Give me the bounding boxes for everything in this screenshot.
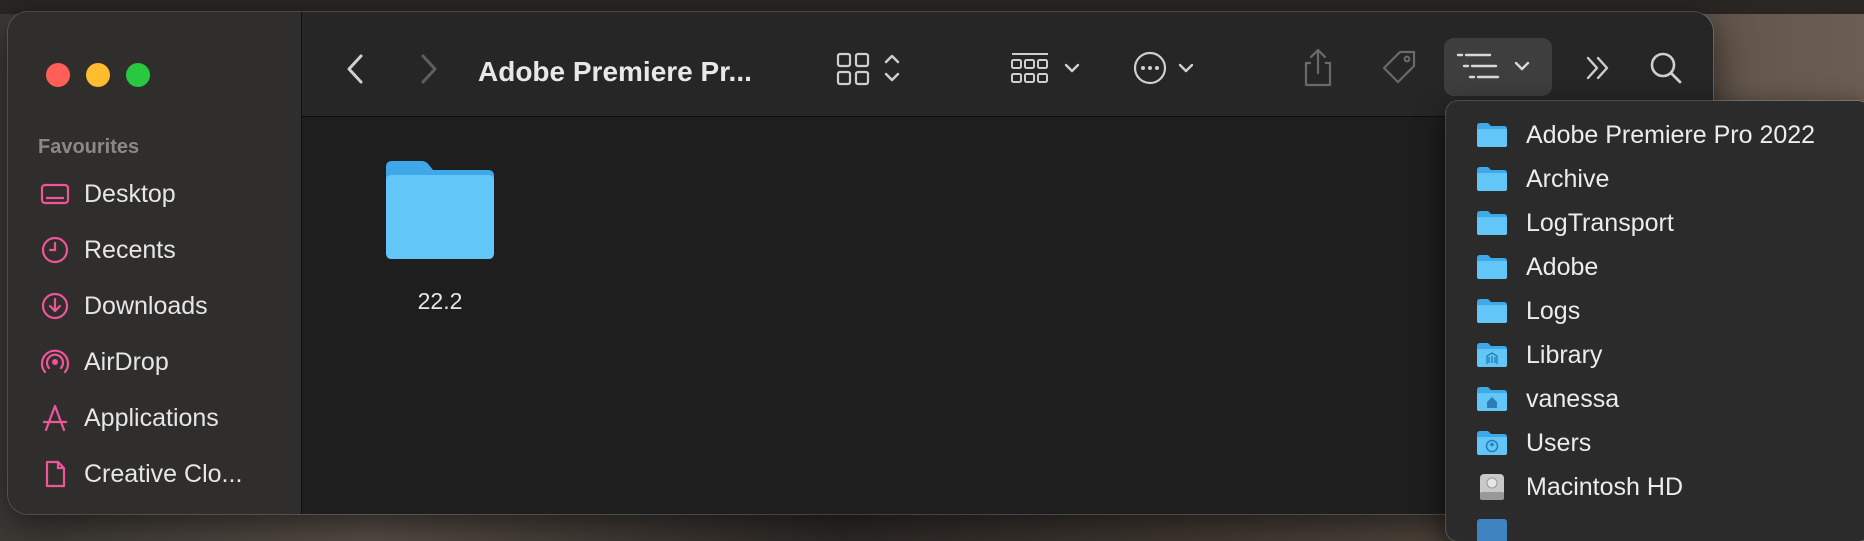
sidebar-item-label: Applications	[84, 403, 219, 432]
double-chevron-right-icon	[1586, 56, 1609, 80]
applications-icon	[38, 401, 72, 435]
folder-item[interactable]: 22.2	[370, 157, 510, 315]
library-folder-icon	[1476, 340, 1510, 370]
hard-drive-icon	[1476, 472, 1510, 502]
path-menu-button[interactable]	[1444, 38, 1552, 96]
more-toolbar-button[interactable]	[1580, 50, 1616, 86]
forward-button[interactable]	[414, 52, 444, 86]
grid-view-icon	[836, 52, 870, 86]
path-menu-item[interactable]: Adobe Premiere Pro 2022	[1476, 113, 1815, 157]
path-menu-item[interactable]: Adobe	[1476, 245, 1598, 289]
window-title: Adobe Premiere Pr...	[478, 56, 752, 87]
sidebar-item-label: Recents	[84, 235, 176, 264]
search-icon	[1650, 52, 1682, 84]
path-menu-dropdown: Adobe Premiere Pro 2022 Archive LogTrans…	[1446, 101, 1864, 541]
path-menu-label: Macintosh HD	[1526, 472, 1683, 501]
airdrop-icon	[38, 345, 72, 379]
minimize-button[interactable]	[86, 63, 110, 87]
back-button[interactable]	[340, 52, 370, 86]
sidebar-item-applications[interactable]: Applications	[38, 394, 288, 442]
search-button[interactable]	[1646, 48, 1686, 88]
close-button[interactable]	[46, 63, 70, 87]
sidebar-item-label: Creative Clo...	[84, 459, 243, 488]
folder-icon	[1476, 208, 1510, 238]
share-icon	[1304, 48, 1332, 87]
path-menu-item[interactable]: Users	[1476, 421, 1591, 465]
sidebar: Favourites Desktop Recents Downloads Air…	[8, 12, 302, 514]
download-icon	[38, 289, 72, 323]
folder-icon	[1476, 296, 1510, 326]
action-menu-button[interactable]	[1130, 48, 1210, 88]
zoom-button[interactable]	[126, 63, 150, 87]
path-menu-item[interactable]: vanessa	[1476, 377, 1619, 421]
document-icon	[38, 457, 72, 491]
view-mode-button[interactable]	[834, 48, 914, 88]
sidebar-item-creative-cloud[interactable]: Creative Clo...	[38, 450, 288, 498]
path-list-icon	[1456, 53, 1500, 79]
favourites-heading: Favourites	[38, 136, 140, 158]
folder-icon	[1476, 120, 1510, 150]
sidebar-item-label: Downloads	[84, 291, 208, 320]
folder-icon	[1476, 252, 1510, 282]
sidebar-item-recents[interactable]: Recents	[38, 226, 288, 274]
folder-icon	[386, 161, 494, 259]
path-menu-item[interactable]: Logs	[1476, 289, 1580, 333]
group-by-button[interactable]	[1008, 48, 1090, 88]
sidebar-item-label: AirDrop	[84, 347, 169, 376]
path-menu-item[interactable]: Macintosh HD	[1476, 465, 1683, 509]
users-folder-icon	[1476, 428, 1510, 458]
path-menu-label: vanessa	[1526, 384, 1620, 413]
path-menu-item[interactable]: Library	[1476, 333, 1602, 377]
path-menu-label: Library	[1526, 340, 1603, 369]
path-menu-label: Archive	[1526, 164, 1610, 193]
folder-label: 22.2	[417, 288, 463, 314]
tag-icon	[1382, 50, 1416, 84]
folder-icon	[1476, 516, 1510, 541]
folder-icon	[1476, 164, 1510, 194]
sidebar-item-label: Desktop	[84, 179, 176, 208]
path-menu-label: Logs	[1526, 296, 1581, 325]
path-menu-label: Users	[1526, 428, 1592, 457]
path-menu-item[interactable]: LogTransport	[1476, 201, 1674, 245]
ellipsis-circle-icon	[1133, 51, 1167, 85]
sidebar-item-desktop[interactable]: Desktop	[38, 170, 288, 218]
path-menu-item[interactable]: Archive	[1476, 157, 1609, 201]
path-menu-label: Adobe Premiere Pro 2022	[1526, 120, 1816, 149]
path-menu-label: Adobe	[1526, 252, 1599, 281]
clock-icon	[38, 233, 72, 267]
path-menu-label: LogTransport	[1526, 208, 1674, 237]
home-folder-icon	[1476, 384, 1510, 414]
share-button[interactable]	[1298, 46, 1338, 90]
path-menu-item-partial[interactable]	[1476, 509, 1526, 541]
tag-button[interactable]	[1378, 48, 1422, 88]
sidebar-item-downloads[interactable]: Downloads	[38, 282, 288, 330]
desktop-icon	[38, 177, 72, 211]
group-icon	[1011, 53, 1048, 83]
sidebar-item-airdrop[interactable]: AirDrop	[38, 338, 288, 386]
